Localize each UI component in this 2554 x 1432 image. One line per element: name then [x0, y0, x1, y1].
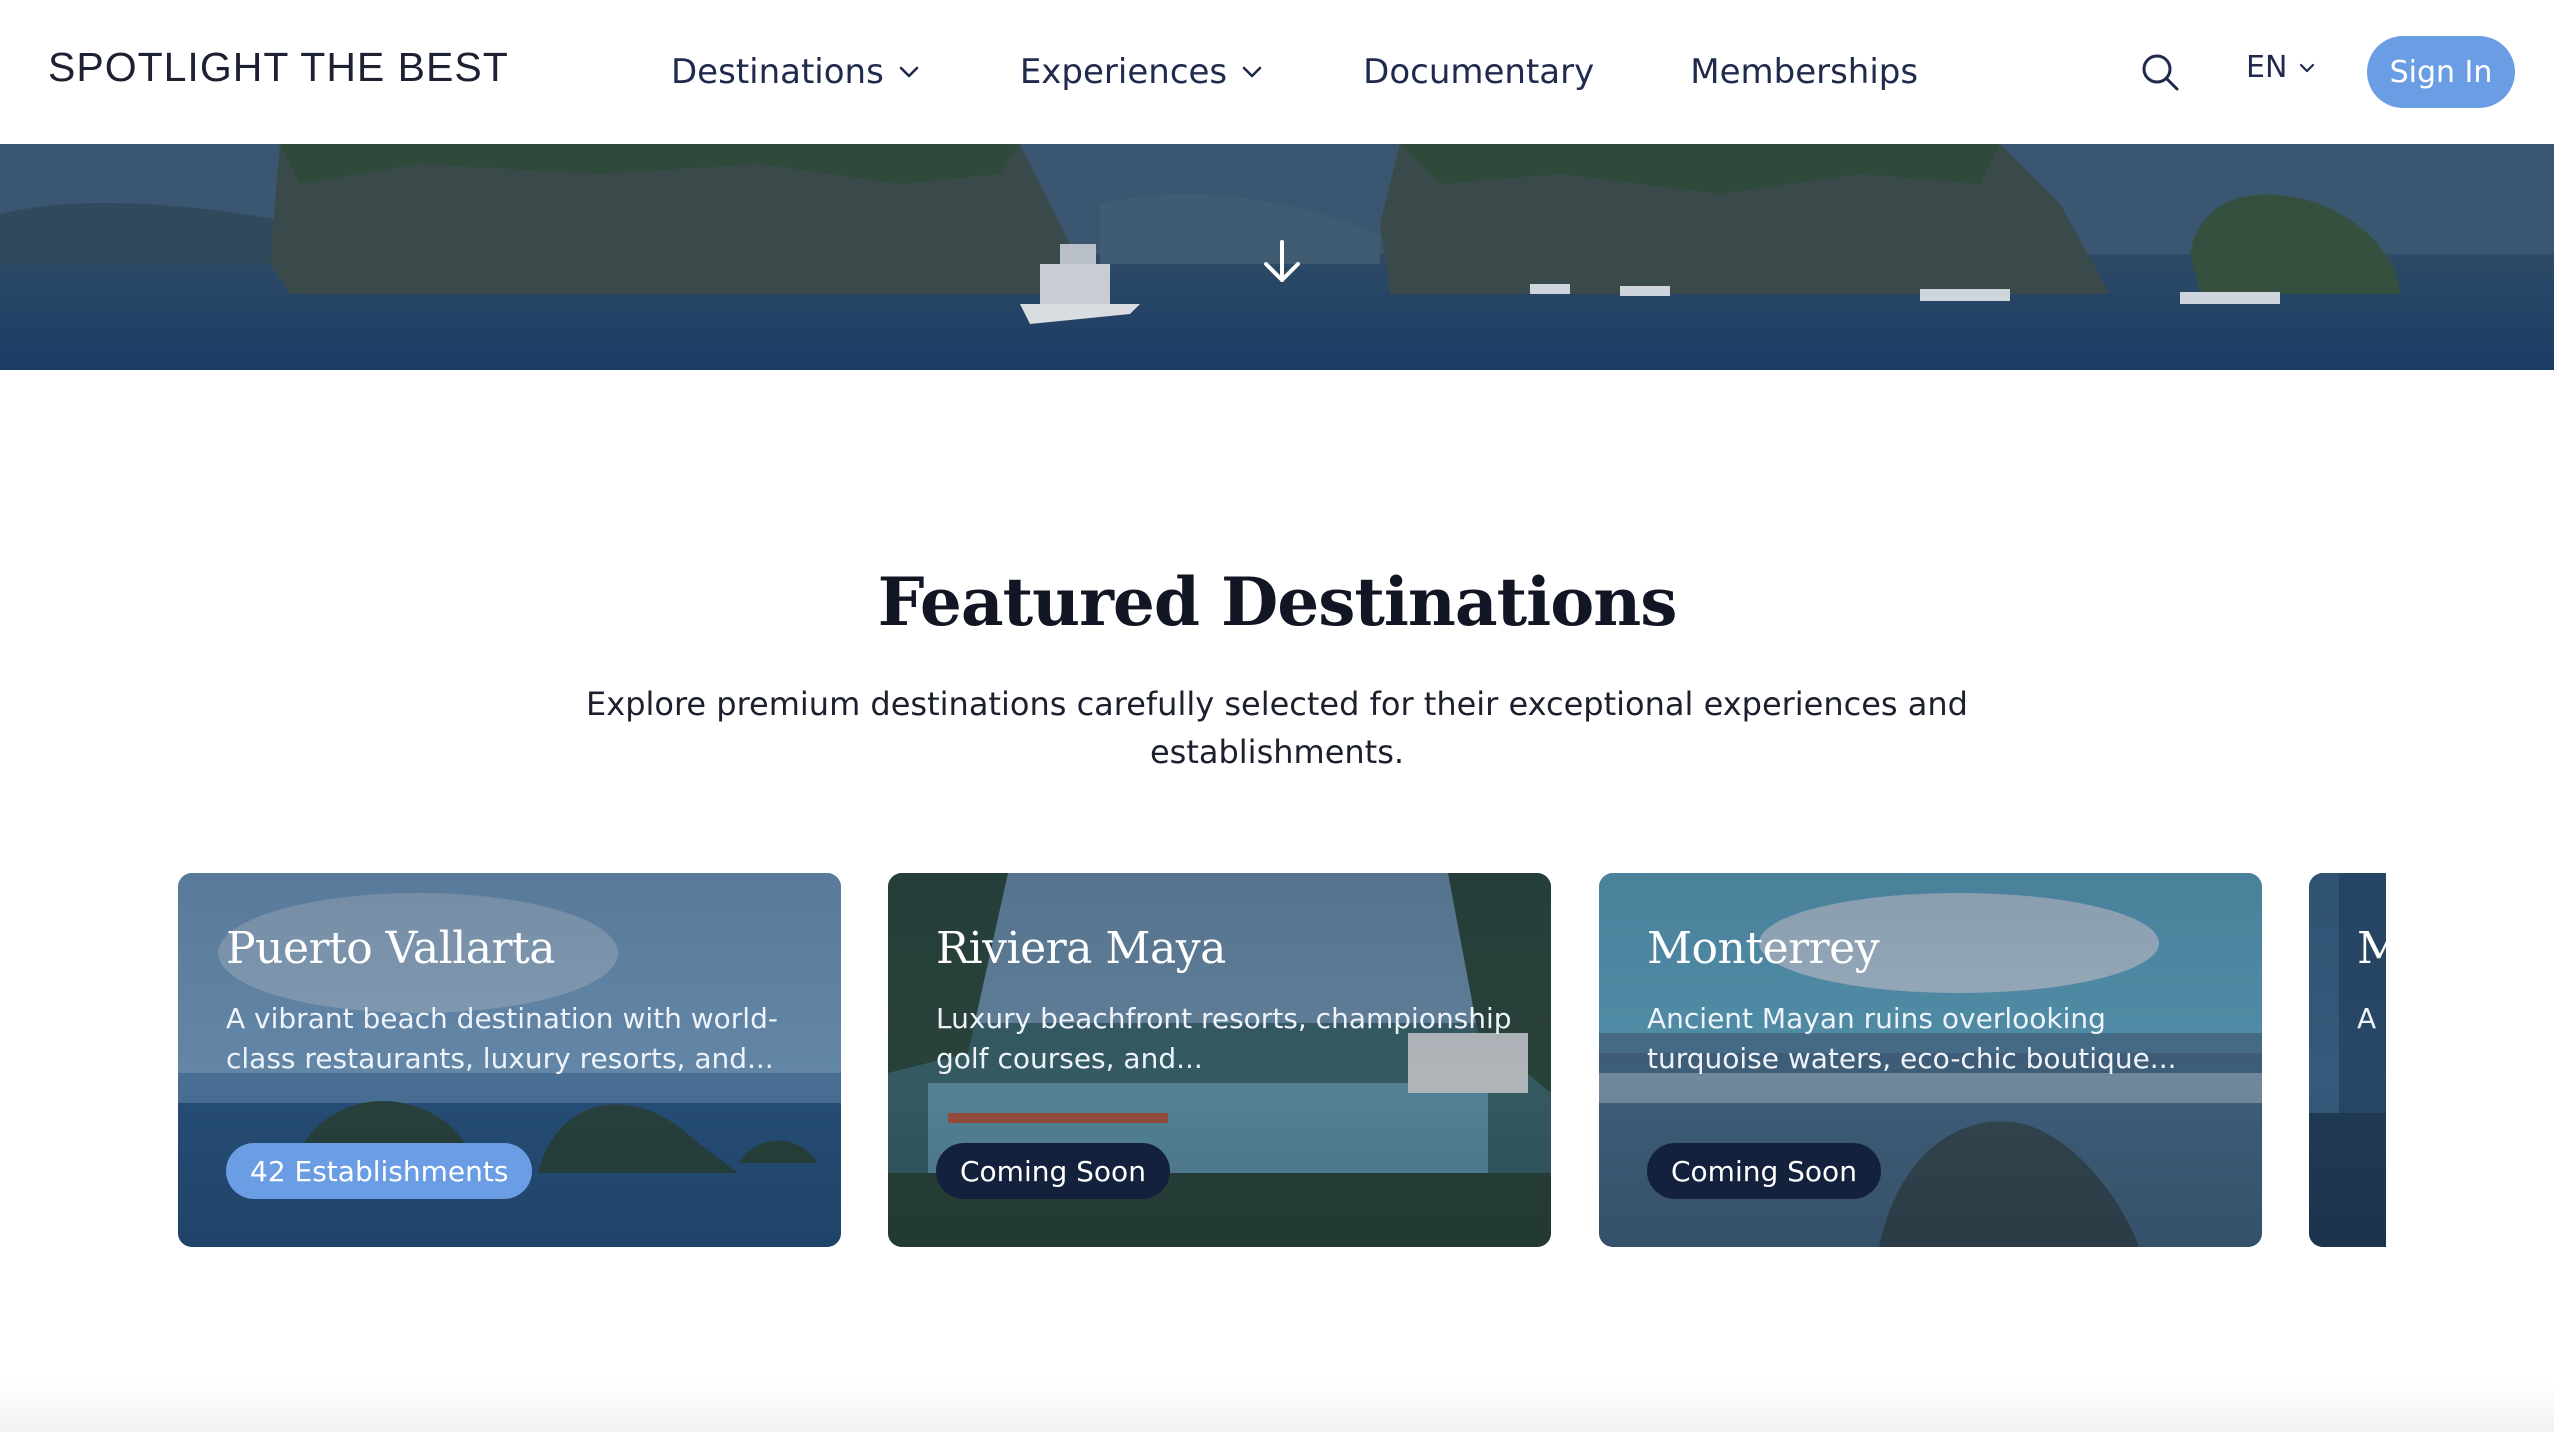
destination-carousel: Puerto Vallarta A vibrant beach destinat…	[178, 873, 2386, 1247]
featured-title: Featured Destinations	[877, 563, 1678, 641]
chevron-down-icon	[2300, 63, 2315, 72]
site-logo[interactable]: SPOTLIGHT THE BEST	[48, 44, 509, 91]
language-label: EN	[2246, 50, 2288, 85]
destination-card[interactable]: Puerto Vallarta A vibrant beach destinat…	[178, 873, 841, 1247]
featured-description: Explore premium destinations carefully s…	[586, 685, 1968, 771]
coming-soon-badge: Coming Soon	[1647, 1143, 1881, 1199]
coming-soon-badge: Coming Soon	[936, 1143, 1170, 1199]
arrow-down-icon[interactable]	[1258, 238, 1306, 286]
nav-experiences-label: Experiences	[1019, 52, 1228, 92]
card-description: Ancient Mayan ruins overlooking turquois…	[1647, 1002, 2177, 1075]
destination-card[interactable]: Riviera Maya Luxury beachfront resorts, …	[888, 873, 1551, 1247]
chevron-down-icon	[1242, 66, 1262, 78]
sign-in-button[interactable]: Sign In	[2367, 36, 2515, 108]
nav-memberships-label: Memberships	[1690, 52, 1919, 92]
destination-card[interactable]: M A	[2309, 873, 2386, 1247]
nav-documentary[interactable]: Documentary	[1363, 0, 1594, 144]
card-title: Riviera Maya	[936, 923, 1226, 974]
nav-memberships[interactable]: Memberships	[1690, 0, 1918, 144]
nav-destinations[interactable]: Destinations	[671, 0, 920, 144]
nav-experiences[interactable]: Experiences	[1020, 0, 1263, 144]
card-title: Monterrey	[1647, 923, 1880, 974]
site-header: SPOTLIGHT THE BEST Destinations Experien…	[0, 0, 2554, 144]
language-selector[interactable]: EN	[2246, 50, 2315, 85]
chevron-down-icon	[899, 66, 919, 78]
destination-card[interactable]: Monterrey Ancient Mayan ruins overlookin…	[1599, 873, 2262, 1247]
card-description: Luxury beachfront resorts, championship …	[936, 1002, 1512, 1075]
card-title: Puerto Vallarta	[226, 923, 555, 974]
card-description: A	[2357, 1002, 2377, 1035]
card-title: M	[2357, 923, 2386, 974]
page-bottom-edge	[0, 1380, 2554, 1432]
main-nav: Destinations Experiences Documentary Mem…	[671, 0, 1918, 144]
card-description: A vibrant beach destination with world-c…	[226, 1002, 778, 1075]
establishments-badge: 42 Establishments	[226, 1143, 533, 1199]
nav-documentary-label: Documentary	[1363, 52, 1595, 92]
search-icon[interactable]	[2140, 52, 2180, 92]
nav-destinations-label: Destinations	[671, 52, 884, 92]
